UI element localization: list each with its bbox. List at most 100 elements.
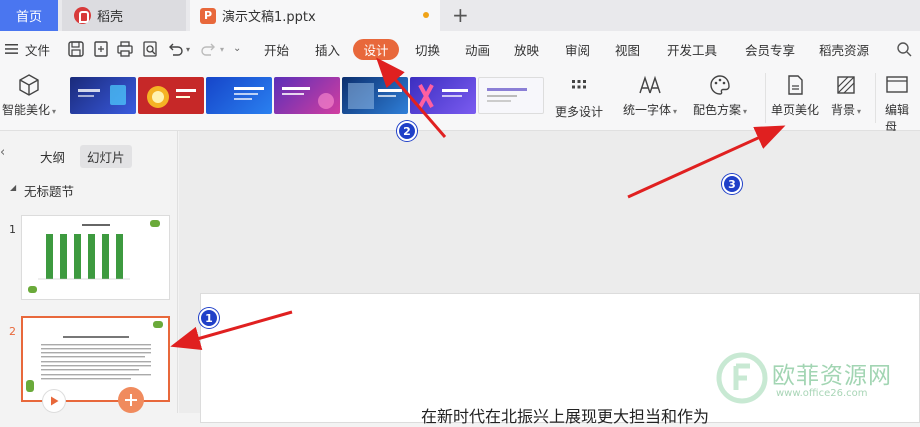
single-page-beautify-label: 单页美化 <box>771 103 820 117</box>
ppt-file-icon: P <box>200 7 216 24</box>
bar-chart-thumbnail-icon <box>28 220 160 293</box>
cube-icon <box>19 74 39 96</box>
redo-dropdown-icon[interactable]: ▾ <box>220 45 224 54</box>
slide-number-1: 1 <box>9 223 16 236</box>
tab-document-label: 演示文稿1.pptx <box>222 10 316 25</box>
background-button[interactable]: 背景 ▾ <box>831 73 861 118</box>
tab-home[interactable]: 首页 <box>0 0 58 31</box>
menu-member-label: 会员专享 <box>745 42 796 58</box>
edit-master-label: 编辑母 <box>885 103 910 134</box>
print-preview-button[interactable] <box>141 40 159 58</box>
tab-daoke[interactable]: 稻壳 <box>62 0 186 31</box>
design-theme-4[interactable] <box>274 77 340 114</box>
design-theme-2[interactable] <box>138 77 204 114</box>
color-scheme-button[interactable]: 配色方案 ▾ <box>693 73 747 118</box>
menu-view[interactable]: 视图 <box>615 31 640 67</box>
ribbon-divider <box>875 73 876 123</box>
redo-button[interactable] <box>200 40 218 58</box>
font-icon <box>639 75 661 94</box>
watermark: 欧菲资源网 www.office26.com <box>716 350 916 410</box>
menu-daoke-resources-label: 稻壳资源 <box>819 42 870 58</box>
menu-transition-label: 切换 <box>415 42 441 58</box>
customize-toolbar-icon[interactable]: ⌄ <box>233 43 241 54</box>
chevron-down-icon: ▾ <box>743 107 748 116</box>
tab-slides[interactable]: 幻灯片 <box>80 145 132 168</box>
menu-insert[interactable]: 插入 <box>315 31 340 67</box>
play-slide-button[interactable] <box>42 389 66 413</box>
menu-animation[interactable]: 动画 <box>465 31 490 67</box>
add-slide-button[interactable] <box>118 387 144 413</box>
page-icon <box>788 75 803 95</box>
slide-number-2: 2 <box>9 325 16 338</box>
design-theme-6[interactable] <box>410 77 476 114</box>
menu-review-label: 审阅 <box>565 42 591 58</box>
master-slide-icon <box>886 76 908 93</box>
menu-slideshow[interactable]: 放映 <box>514 31 539 67</box>
menu-slideshow-label: 放映 <box>514 42 540 58</box>
print-icon <box>117 41 133 57</box>
unsaved-dot-icon <box>423 12 429 18</box>
menu-developer-label: 开发工具 <box>667 42 718 58</box>
menu-daoke-resources[interactable]: 稻壳资源 <box>819 31 869 67</box>
design-ribbon: 智能美化 ▾ 更多设计 统一字体 ▾ 配色方案 ▾ 单页美化 背景 ▾ 编辑母 <box>0 67 920 134</box>
theme-4-art-icon <box>282 87 334 109</box>
tab-outline[interactable]: 大纲 <box>40 147 65 166</box>
menu-animation-label: 动画 <box>465 42 491 58</box>
undo-dropdown-icon[interactable]: ▾ <box>186 45 190 54</box>
chevron-down-icon: ▾ <box>52 107 57 116</box>
hamburger-icon <box>5 44 18 54</box>
text-slide-thumbnail-icon <box>26 321 163 392</box>
undo-button[interactable] <box>166 40 184 58</box>
slide-thumbnail-2[interactable] <box>21 316 170 402</box>
play-icon <box>51 396 59 406</box>
section-title[interactable]: 无标题节 <box>24 181 74 200</box>
color-scheme-label: 配色方案 <box>693 103 742 117</box>
menu-developer[interactable]: 开发工具 <box>667 31 717 67</box>
redo-icon <box>201 43 215 56</box>
edit-master-button[interactable]: 编辑母 <box>885 73 920 135</box>
menu-design[interactable]: 设计 <box>353 39 399 60</box>
new-tab-button[interactable]: + <box>452 3 469 27</box>
menu-view-label: 视图 <box>615 42 641 58</box>
background-icon <box>837 76 855 94</box>
theme-1-art-icon <box>78 85 126 105</box>
theme-3-art-icon <box>234 87 264 100</box>
design-theme-5[interactable] <box>342 77 408 114</box>
design-theme-1[interactable] <box>70 77 136 114</box>
smart-beautify-button[interactable]: 智能美化 ▾ <box>2 73 56 118</box>
undo-icon <box>169 43 183 56</box>
print-button[interactable] <box>116 40 134 58</box>
slide-panel: ‹ 大纲 幻灯片 ◢ 无标题节 1 2 <box>0 131 178 413</box>
menu-review[interactable]: 审阅 <box>565 31 590 67</box>
menu-member[interactable]: 会员专享 <box>745 31 795 67</box>
watermark-text: 欧菲资源网 <box>772 363 892 389</box>
design-theme-3[interactable] <box>206 77 272 114</box>
save-button[interactable] <box>67 40 85 58</box>
menu-transition[interactable]: 切换 <box>415 31 440 67</box>
single-page-beautify-button[interactable]: 单页美化 <box>771 73 819 118</box>
slide-thumbnail-1[interactable] <box>21 215 170 300</box>
theme-2-art-icon <box>147 86 196 108</box>
export-pdf-button[interactable] <box>92 40 110 58</box>
export-icon <box>94 41 108 57</box>
unify-font-label: 统一字体 <box>623 103 672 117</box>
annotation-badge-3: 3 <box>722 174 742 194</box>
collapse-panel-icon[interactable]: ‹ <box>0 145 5 160</box>
more-designs-button[interactable]: 更多设计 <box>555 75 603 120</box>
menu-home-label: 开始 <box>264 42 290 58</box>
design-theme-7[interactable] <box>478 77 544 114</box>
watermark-url: www.office26.com <box>776 388 868 399</box>
more-designs-label: 更多设计 <box>555 105 604 119</box>
file-menu[interactable]: 文件 <box>5 31 50 67</box>
annotation-badge-2: 2 <box>397 121 417 141</box>
theme-7-art-icon <box>487 88 527 102</box>
menu-home[interactable]: 开始 <box>264 31 289 67</box>
tab-daoke-label: 稻壳 <box>97 10 124 25</box>
palette-icon <box>710 75 730 95</box>
slide-body-text[interactable]: 在新时代在北振兴上展现更大担当和作为 <box>421 403 709 427</box>
tab-document[interactable]: P 演示文稿1.pptx <box>190 0 440 31</box>
print-preview-icon <box>143 41 157 57</box>
unify-font-button[interactable]: 统一字体 ▾ <box>623 73 677 118</box>
section-collapse-icon[interactable]: ◢ <box>10 183 16 192</box>
search-button[interactable] <box>895 40 913 58</box>
